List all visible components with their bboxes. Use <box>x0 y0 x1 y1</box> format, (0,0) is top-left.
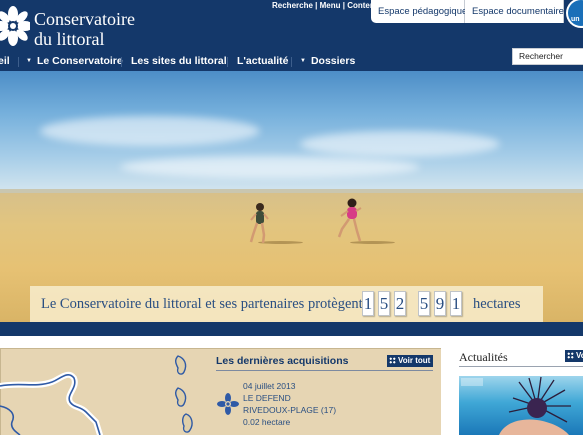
hero-bottom-strip <box>0 322 583 336</box>
logo-line-1: Conservatoire <box>34 9 135 29</box>
grid-icon <box>389 357 396 364</box>
nav-label: eil <box>0 55 10 67</box>
search-input[interactable]: Rechercher <box>512 48 583 65</box>
voir-tout-label: Vo <box>576 351 583 360</box>
nav-item-dossiers[interactable]: ▼ Dossiers <box>300 55 355 67</box>
nav-label: Les sites du littoral <box>131 55 227 67</box>
hero-cloud <box>300 131 500 157</box>
logo-line-2: du littoral <box>34 29 105 49</box>
acquisition-date: 04 juillet 2013 <box>243 381 296 391</box>
acquisitions-divider <box>216 370 433 371</box>
child-figure-left <box>249 203 269 244</box>
link-separator: | <box>312 1 320 10</box>
voir-tout-button[interactable]: Voir tout <box>387 355 434 367</box>
voir-tout-label: Voir tout <box>398 356 431 365</box>
main-nav: eil ▼ Le Conservatoire Les sites du litto… <box>0 52 583 71</box>
news-thumbnail[interactable] <box>459 376 583 435</box>
france-coast-map[interactable] <box>0 348 200 435</box>
actualites-voir-tout-button[interactable]: Vo <box>565 350 583 362</box>
counter-digit: 1 <box>362 291 374 316</box>
badge-label: un <box>568 0 583 26</box>
flower-icon <box>217 393 239 415</box>
counter-digit: 5 <box>378 291 390 316</box>
hero-cloud <box>120 156 420 178</box>
hectares-banner: Le Conservatoire du littoral et ses part… <box>30 286 543 322</box>
tab-espace-documentaire[interactable]: Espace documentaire <box>465 0 564 23</box>
actualites-divider <box>459 366 583 367</box>
nav-divider <box>291 57 292 67</box>
counter-digit: 9 <box>434 291 446 316</box>
accessibility-links: Recherche | Menu | Contenu <box>272 1 380 10</box>
round-badge[interactable]: un <box>566 0 583 28</box>
dropdown-arrow-icon: ▼ <box>300 58 306 64</box>
acquisition-place: RIVEDOUX-PLAGE (17) <box>243 405 337 415</box>
acquisitions-title: Les dernières acquisitions <box>216 355 349 367</box>
dropdown-arrow-icon: ▼ <box>26 58 32 64</box>
hectares-unit: hectares <box>473 296 521 312</box>
site-logo-text[interactable]: Conservatoire du littoral <box>34 9 135 49</box>
acquisition-item[interactable]: 04 juillet 2013 LE DEFEND RIVEDOUX-PLAGE… <box>243 380 336 428</box>
nav-divider <box>227 57 228 67</box>
nav-divider <box>121 57 122 67</box>
site-header: Conservatoire du littoral Recherche | Me… <box>0 0 583 71</box>
link-recherche[interactable]: Recherche <box>272 1 313 10</box>
sea-urchin-image <box>461 376 571 435</box>
counter-digit: 2 <box>394 291 406 316</box>
actualites-title: Actualités <box>459 350 508 364</box>
hectares-counter: 1 5 2 5 9 1 <box>362 291 562 318</box>
grid-icon <box>567 352 574 359</box>
nav-divider <box>18 57 19 67</box>
tab-espace-pedagogique[interactable]: Espace pédagogique <box>371 0 467 23</box>
nav-item-accueil[interactable]: eil <box>0 55 10 67</box>
nav-label: L'actualité <box>237 55 289 67</box>
link-menu[interactable]: Menu <box>320 1 341 10</box>
counter-digit: 5 <box>418 291 430 316</box>
nav-label: Dossiers <box>310 55 356 67</box>
nav-label: Le Conservatoire <box>36 55 123 67</box>
counter-digit: 1 <box>450 291 462 316</box>
nav-item-actualite[interactable]: L'actualité <box>237 55 289 67</box>
hero-cloud <box>40 116 260 146</box>
nav-item-les-sites[interactable]: Les sites du littoral <box>131 55 227 67</box>
acquisition-area: 0.02 hectare <box>243 417 291 427</box>
banner-text: Le Conservatoire du littoral et ses part… <box>41 296 363 312</box>
acquisition-name: LE DEFEND <box>243 393 291 403</box>
child-figure-right <box>337 198 362 242</box>
logo-flower-icon[interactable] <box>0 6 30 46</box>
hero-image: Le Conservatoire du littoral et ses part… <box>0 71 583 322</box>
nav-item-le-conservatoire[interactable]: ▼ Le Conservatoire <box>26 55 123 67</box>
